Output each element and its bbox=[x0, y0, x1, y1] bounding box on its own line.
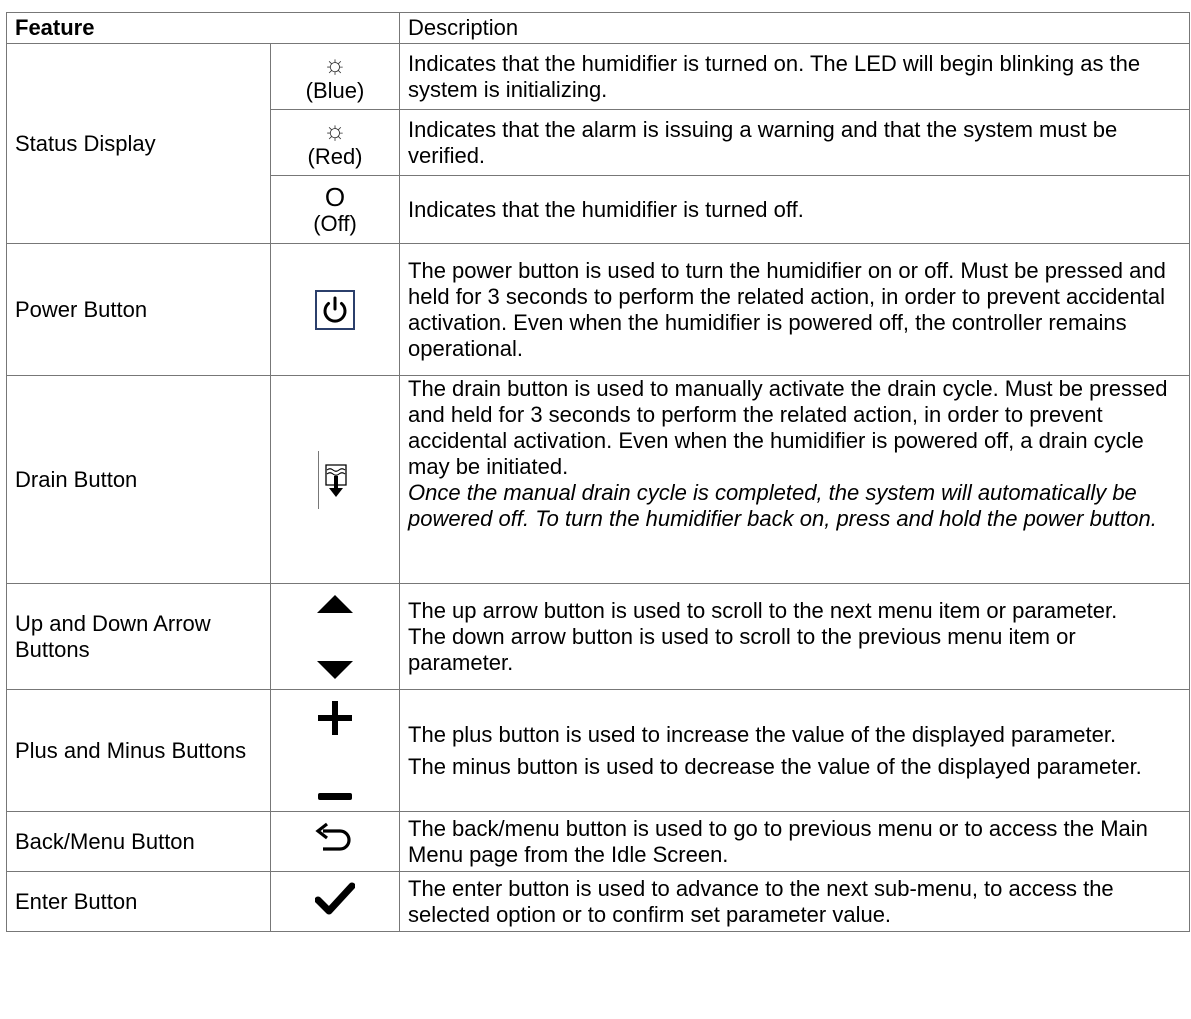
blue-led-cell: ☼ (Blue) bbox=[269, 43, 401, 110]
table-row: Drain Button The drain button is used to… bbox=[6, 375, 1191, 584]
table-row: Plus and Minus Buttons The plus button i… bbox=[6, 689, 1191, 812]
drain-button-label: Drain Button bbox=[6, 375, 271, 584]
back-arrow-icon bbox=[315, 822, 351, 851]
table-row: Up and Down Arrow Buttons The up arrow b… bbox=[6, 583, 1191, 690]
header-row: Feature Description bbox=[5, 12, 1191, 44]
power-button-label: Power Button bbox=[6, 243, 271, 376]
sun-icon: ☼ bbox=[323, 49, 347, 79]
plus-icon bbox=[318, 700, 352, 735]
drain-button-cell bbox=[269, 375, 401, 584]
arrow-buttons-label: Up and Down Arrow Buttons bbox=[6, 583, 271, 690]
off-led-cell: O (Off) bbox=[269, 175, 401, 244]
status-display-label: Status Display bbox=[6, 43, 271, 244]
power-icon bbox=[315, 289, 355, 330]
minus-description: The minus button is used to decrease the… bbox=[408, 753, 1142, 779]
plus-description: The plus button is used to increase the … bbox=[408, 721, 1117, 747]
led-caption: (Red) bbox=[307, 144, 363, 169]
table-row: Power Button The power button is used to… bbox=[6, 243, 1191, 376]
description-cell: The enter button is used to advance to t… bbox=[399, 871, 1191, 932]
feature-header: Feature bbox=[5, 12, 401, 44]
led-caption: (Blue) bbox=[305, 78, 365, 103]
power-button-cell bbox=[269, 243, 401, 376]
description-cell: The drain button is used to manually act… bbox=[399, 375, 1191, 584]
table-row: Back/Menu Button The back/menu button is… bbox=[6, 811, 1191, 872]
description-cell: The power button is used to turn the hum… bbox=[399, 243, 1191, 376]
drain-description: The drain button is used to manually act… bbox=[408, 376, 1168, 479]
description-header: Description bbox=[399, 12, 1191, 44]
enter-button-cell bbox=[269, 871, 401, 932]
drain-note: Once the manual drain cycle is completed… bbox=[408, 480, 1157, 531]
off-led-icon: O bbox=[324, 182, 346, 212]
checkmark-icon bbox=[314, 882, 356, 914]
up-arrow-description: The up arrow button is used to scroll to… bbox=[408, 597, 1118, 623]
feature-table: Feature Description Status Display ☼ (Bl… bbox=[5, 12, 1191, 932]
table-row: Status Display ☼ (Blue) Indicates that t… bbox=[6, 43, 1191, 244]
back-menu-label: Back/Menu Button bbox=[6, 811, 271, 872]
description-cell: Indicates that the humidifier is turned … bbox=[399, 175, 1191, 244]
description-cell: The back/menu button is used to go to pr… bbox=[399, 811, 1191, 872]
up-arrow-icon bbox=[317, 594, 353, 613]
down-arrow-icon bbox=[317, 660, 353, 679]
description-cell: Indicates that the alarm is issuing a wa… bbox=[399, 109, 1191, 176]
table-row: Enter Button The enter button is used to… bbox=[6, 871, 1191, 932]
drain-icon bbox=[317, 450, 353, 509]
down-arrow-description: The down arrow button is used to scroll … bbox=[408, 623, 1076, 675]
plus-minus-label: Plus and Minus Buttons bbox=[6, 689, 271, 812]
minus-icon bbox=[318, 792, 352, 800]
description-cell: Indicates that the humidifier is turned … bbox=[399, 43, 1191, 110]
description-cell: The plus button is used to increase the … bbox=[399, 689, 1191, 812]
back-menu-cell bbox=[269, 811, 401, 872]
enter-button-label: Enter Button bbox=[6, 871, 271, 932]
description-cell: The up arrow button is used to scroll to… bbox=[399, 583, 1191, 690]
red-led-cell: ☼ (Red) bbox=[269, 109, 401, 176]
plus-minus-cell bbox=[269, 689, 401, 812]
led-caption: (Off) bbox=[313, 211, 357, 236]
arrow-buttons-cell bbox=[269, 583, 401, 690]
sun-icon: ☼ bbox=[323, 115, 347, 145]
